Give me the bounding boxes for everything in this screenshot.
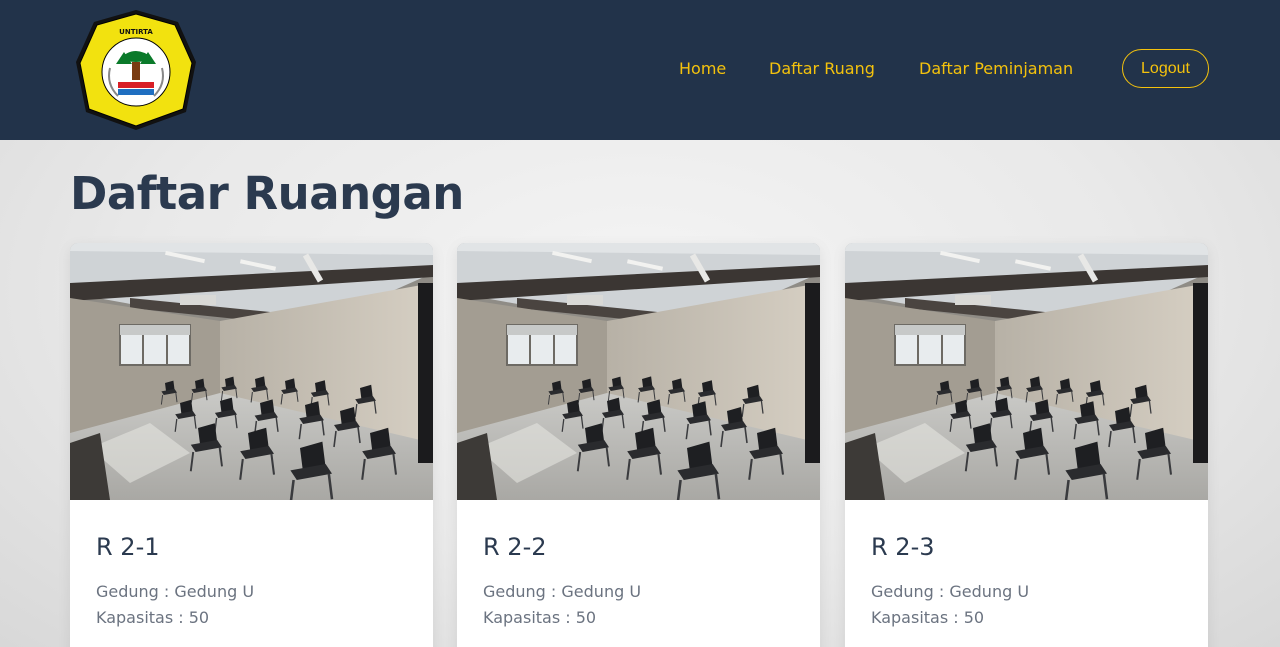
room-capacity: Kapasitas : 50 [483, 608, 597, 627]
room-photo [457, 243, 820, 500]
nav-daftar-ruang[interactable]: Daftar Ruang [769, 57, 875, 81]
room-name: R 2-3 [871, 533, 935, 561]
room-card[interactable]: R 2-1 Gedung : Gedung U Kapasitas : 50 [70, 243, 433, 647]
logout-button[interactable]: Logout [1122, 49, 1209, 88]
top-navbar: UNTIRTA Home Daftar Ruang Daftar Peminja… [0, 0, 1280, 140]
logo-lettering: UNTIRTA [119, 28, 153, 36]
room-card[interactable]: R 2-2 Gedung : Gedung U Kapasitas : 50 [457, 243, 820, 647]
nav-daftar-peminjaman[interactable]: Daftar Peminjaman [919, 57, 1073, 81]
room-name: R 2-2 [483, 533, 547, 561]
room-photo [70, 243, 433, 500]
room-card[interactable]: R 2-3 Gedung : Gedung U Kapasitas : 50 [845, 243, 1208, 647]
nav-home[interactable]: Home [679, 57, 726, 81]
page-title: Daftar Ruangan [70, 167, 464, 220]
room-name: R 2-1 [96, 533, 160, 561]
room-photo [845, 243, 1208, 500]
university-logo[interactable]: UNTIRTA [74, 8, 198, 132]
room-building: Gedung : Gedung U [483, 582, 642, 601]
room-building: Gedung : Gedung U [96, 582, 255, 601]
room-building: Gedung : Gedung U [871, 582, 1030, 601]
room-capacity: Kapasitas : 50 [871, 608, 985, 627]
room-capacity: Kapasitas : 50 [96, 608, 210, 627]
